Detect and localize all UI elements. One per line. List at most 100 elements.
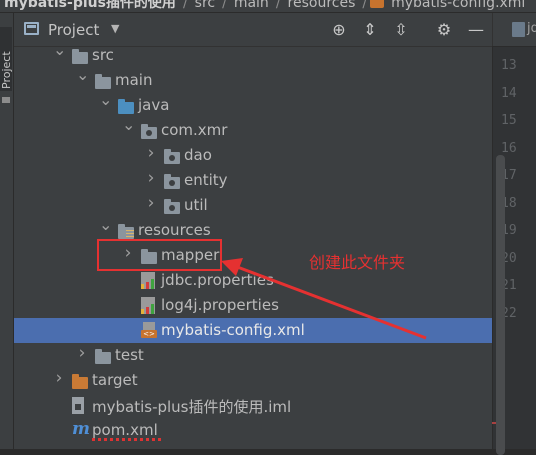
scrollbar-thumb[interactable] — [496, 155, 505, 455]
breadcrumb-item-project[interactable]: mybatis-plus插件的使用 — [0, 0, 180, 11]
tree-item-jdbc-properties[interactable]: jdbc.properties — [14, 268, 492, 293]
tree-item-label: main — [115, 71, 153, 89]
locate-icon[interactable]: ⊕ — [328, 19, 350, 41]
chevron-down-icon[interactable]: ⌄ — [53, 42, 66, 58]
line-number: 19 — [501, 223, 517, 238]
breadcrumb-item-main[interactable]: main — [230, 0, 273, 11]
project-panel-header: Project ▼ ⊕ ⇕ ⇳ ⚙ — — [14, 13, 492, 47]
folder-icon — [95, 74, 111, 89]
tree-item-label: jdbc.properties — [161, 271, 274, 289]
line-number: 16 — [501, 140, 517, 156]
module-file-icon — [72, 397, 84, 414]
tree-item-main[interactable]: ⌄ main — [14, 67, 492, 93]
tree-item-java[interactable]: ⌄ java — [14, 92, 492, 118]
tree-item-com-xmr[interactable]: ⌄ com.xmr — [14, 117, 492, 143]
tree-item-util[interactable]: › util — [14, 193, 492, 218]
chevron-down-icon[interactable]: ⌄ — [99, 92, 112, 108]
chevron-right-icon[interactable]: › — [145, 195, 157, 212]
tool-window-marker — [2, 97, 10, 103]
spellcheck-underline — [92, 438, 162, 441]
gear-icon[interactable]: ⚙ — [433, 19, 455, 41]
tree-item-label: mybatis-plus插件的使用.iml — [92, 398, 292, 416]
breadcrumb-separator: / — [275, 0, 281, 11]
breadcrumb-separator: / — [222, 0, 227, 11]
breadcrumb-item-resources[interactable]: resources — [284, 0, 360, 11]
properties-file-icon — [512, 22, 525, 37]
line-number: 20 — [501, 250, 517, 266]
breadcrumb-item-src[interactable]: src — [191, 0, 219, 11]
bar-segment — [141, 309, 144, 314]
package-icon — [164, 199, 180, 214]
tree-item-label: resources — [138, 221, 211, 239]
package-icon — [164, 149, 180, 164]
excluded-folder-icon — [72, 374, 88, 389]
project-tree[interactable]: ⌄ src ⌄ main ⌄ java ⌄ com.xmr › dao › entity › util ⌄ r… — [14, 42, 505, 455]
bar-segment — [151, 279, 154, 289]
tree-item-label: mybatis-config.xml — [161, 321, 305, 339]
chevron-down-icon[interactable]: ⌄ — [99, 217, 112, 233]
chevron-right-icon[interactable]: › — [145, 170, 157, 187]
chevron-down-icon[interactable]: ⌄ — [122, 117, 135, 133]
chevron-right-icon[interactable]: › — [76, 345, 88, 362]
project-tool-label[interactable]: Project — [0, 29, 13, 89]
xml-tag-badge: <> — [141, 330, 157, 338]
tree-item-label: java — [138, 96, 170, 114]
hide-icon[interactable]: — — [465, 19, 487, 41]
panel-title[interactable]: Project — [48, 21, 99, 39]
tree-item-entity[interactable]: › entity — [14, 168, 492, 193]
maven-icon: m — [72, 419, 90, 439]
package-dot — [169, 180, 175, 186]
breadcrumb: mybatis-plus插件的使用 / src / main / resources / myb… — [0, 0, 536, 13]
annotation-text: 创建此文件夹 — [309, 253, 406, 272]
xml-file-icon: <> — [141, 322, 157, 338]
tree-item-label: com.xmr — [161, 121, 228, 139]
package-icon — [141, 124, 157, 139]
bar-segment — [141, 284, 144, 289]
tree-item-label: dao — [184, 146, 212, 164]
project-view-icon — [24, 22, 39, 35]
tree-item-target[interactable]: › target — [14, 368, 492, 393]
tool-window-stripe: Project — [0, 13, 14, 449]
tree-item-test[interactable]: › test — [14, 343, 492, 368]
bar-segment — [151, 304, 154, 314]
tree-item-pom-xml[interactable]: m pom.xml — [14, 418, 492, 443]
resources-folder-icon — [118, 224, 134, 239]
tree-item-log4j-properties[interactable]: log4j.properties — [14, 293, 492, 318]
annotation-highlight-box — [97, 239, 222, 271]
line-number: 22 — [501, 305, 517, 321]
tree-item-label: src — [92, 46, 114, 64]
line-number: 18 — [501, 195, 517, 211]
folder-icon — [95, 349, 111, 364]
xml-file-icon — [370, 0, 385, 8]
tree-item-label: entity — [184, 171, 228, 189]
editor-tab-label[interactable]: jd — [527, 21, 536, 36]
editor-tab-bar: jd — [492, 13, 536, 46]
bar-segment — [146, 282, 149, 289]
tree-item-resources[interactable]: ⌄ resources — [14, 217, 492, 243]
breadcrumb-item-file[interactable]: mybatis-config.xml — [387, 0, 529, 11]
properties-file-icon — [141, 297, 155, 314]
tree-item-mapper[interactable]: › mapper — [14, 243, 492, 268]
breadcrumb-separator: / — [362, 0, 368, 11]
tree-item-label: util — [184, 196, 208, 214]
line-number: 14 — [501, 85, 517, 101]
tree-item-mybatis-plus-iml[interactable]: mybatis-plus插件的使用.iml — [14, 393, 492, 418]
bar-segment — [146, 307, 149, 314]
line-number: 13 — [501, 58, 517, 73]
expand-all-icon[interactable]: ⇕ — [359, 19, 381, 41]
chevron-right-icon[interactable]: › — [53, 370, 65, 387]
line-number: 15 — [501, 113, 517, 128]
tree-item-dao[interactable]: › dao — [14, 143, 492, 168]
properties-file-icon — [141, 272, 155, 289]
tree-item-label: test — [115, 346, 144, 364]
source-folder-icon — [118, 99, 134, 114]
chevron-down-icon[interactable]: ⌄ — [76, 67, 89, 83]
tree-item-mybatis-config-xml[interactable]: <> mybatis-config.xml — [14, 318, 492, 343]
package-icon — [164, 174, 180, 189]
package-dot — [146, 130, 152, 136]
breadcrumb-separator: / — [182, 0, 188, 11]
collapse-all-icon[interactable]: ⇳ — [390, 19, 412, 41]
tree-item-label: log4j.properties — [161, 296, 279, 314]
chevron-right-icon[interactable]: › — [145, 145, 157, 162]
chevron-down-icon[interactable]: ▼ — [111, 22, 119, 35]
